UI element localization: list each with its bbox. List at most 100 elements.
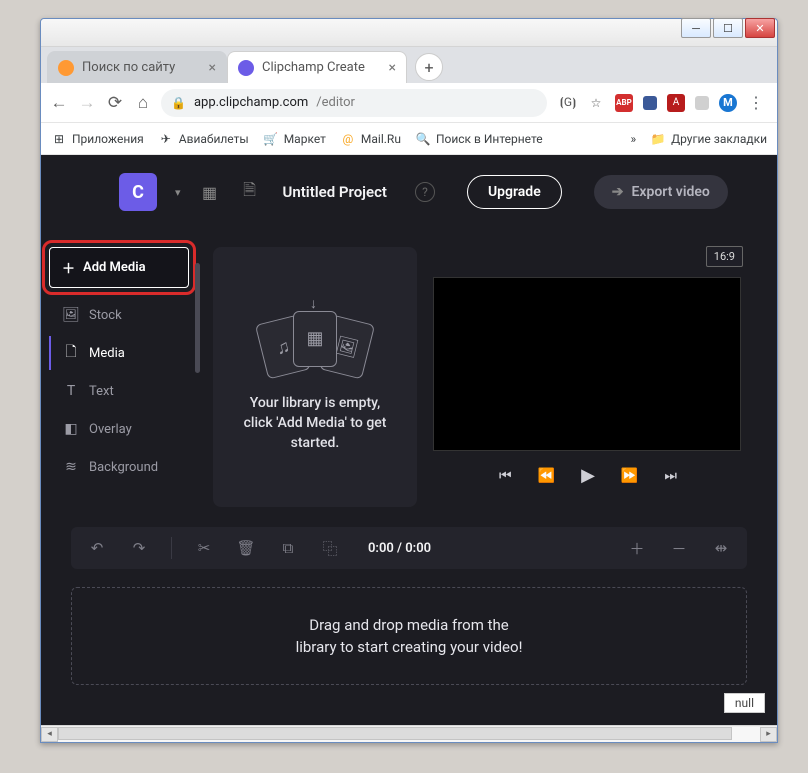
bookmark-star-icon[interactable]: ☆ xyxy=(587,94,605,112)
stock-icon: 🖼 xyxy=(63,307,79,323)
horizontal-scrollbar[interactable]: ◂ ▸ xyxy=(41,725,777,742)
nav-forward-button[interactable]: → xyxy=(77,93,97,113)
url-host: app.clipchamp.com xyxy=(194,95,308,110)
file-icon[interactable]: 🗎 xyxy=(239,179,261,206)
delete-button[interactable]: 🗑 xyxy=(236,539,256,557)
sidebar-item-text[interactable]: T Text xyxy=(49,374,189,408)
tab-close-icon[interactable]: × xyxy=(209,60,216,76)
apps-shortcut[interactable]: ⊞ Приложения xyxy=(51,131,144,147)
new-tab-button[interactable]: + xyxy=(415,53,443,81)
scroll-thumb[interactable] xyxy=(58,727,732,740)
address-bar[interactable]: 🔒 app.clipchamp.com/editor xyxy=(161,89,547,117)
pdf-extension-icon[interactable]: A xyxy=(667,94,685,112)
folder-icon: 📁 xyxy=(650,131,666,147)
play-button[interactable]: ▶ xyxy=(581,465,595,486)
sidebar-item-label: Media xyxy=(89,346,125,361)
browser-window: ─ ☐ ✕ Поиск по сайту × Clipchamp Create … xyxy=(40,18,778,743)
extension-icon[interactable] xyxy=(695,96,709,110)
window-maximize-button[interactable]: ☐ xyxy=(713,18,743,38)
project-title[interactable]: Untitled Project xyxy=(283,183,387,201)
cut-button[interactable]: ✂ xyxy=(194,539,214,557)
os-titlebar: ─ ☐ ✕ xyxy=(41,19,777,47)
bookmark-label: Авиабилеты xyxy=(179,132,249,146)
browser-tab-strip: Поиск по сайту × Clipchamp Create × + xyxy=(41,47,777,83)
export-label: Export video xyxy=(631,184,709,200)
aspect-ratio-badge[interactable]: 16:9 xyxy=(706,246,743,267)
sidebar-item-overlay[interactable]: ◧ Overlay xyxy=(49,412,189,446)
sidebar-item-stock[interactable]: 🖼 Stock xyxy=(49,298,189,332)
text-line: Drag and drop media from the xyxy=(296,614,523,637)
skip-end-button[interactable]: ⏭ xyxy=(664,468,677,484)
scroll-left-button[interactable]: ◂ xyxy=(41,727,58,742)
bookmarks-bar: ⊞ Приложения ✈ Авиабилеты 🛒Маркет @Mail.Ru… xyxy=(41,123,777,155)
redo-button[interactable]: ↷ xyxy=(129,539,149,557)
translate-icon[interactable]: ⦗G⦘ xyxy=(559,94,577,112)
duplicate-button[interactable]: ⿻ xyxy=(320,538,340,559)
timeline-toolbar: ↶ ↷ ✂ 🗑 ⧉ ⿻ 0:00 / 0:00 ＋ － ⇹ xyxy=(71,527,747,569)
browser-tab[interactable]: Clipchamp Create × xyxy=(227,51,407,83)
sidebar: ＋ Add Media 🖼 Stock 🗋 Media T Text ◧ Ove… xyxy=(49,247,189,484)
sidebar-item-background[interactable]: ≋ Background xyxy=(49,450,189,484)
favicon-icon xyxy=(58,60,74,76)
bookmark-item[interactable]: 🛒Маркет xyxy=(263,131,326,147)
nav-reload-button[interactable]: ⟳ xyxy=(105,93,125,113)
rewind-button[interactable]: ⏪ xyxy=(538,468,555,484)
plus-icon: ＋ xyxy=(62,258,75,277)
layers-icon: ≋ xyxy=(63,459,79,475)
add-media-label: Add Media xyxy=(83,260,146,275)
zoom-out-button[interactable]: － xyxy=(669,538,689,559)
projects-icon[interactable]: ▦ xyxy=(199,183,221,202)
preview-canvas[interactable] xyxy=(433,277,741,451)
browser-tab[interactable]: Поиск по сайту × xyxy=(47,51,227,83)
preview-panel: 16:9 ⏮ ⏪ ▶ ⏩ ⏭ xyxy=(433,251,743,486)
text-line: click 'Add Media' to get xyxy=(244,413,387,433)
window-close-button[interactable]: ✕ xyxy=(745,18,775,38)
add-media-button[interactable]: ＋ Add Media xyxy=(49,247,189,288)
help-icon[interactable]: ? xyxy=(415,182,435,202)
sidebar-scrollbar[interactable] xyxy=(195,263,200,373)
export-video-button[interactable]: ➔ Export video xyxy=(594,175,728,209)
bookmark-label: Поиск в Интернете xyxy=(436,132,543,146)
bookmark-item[interactable]: 🔍Поиск в Интернете xyxy=(415,131,543,147)
bookmark-item[interactable]: @Mail.Ru xyxy=(340,131,401,147)
zoom-in-button[interactable]: ＋ xyxy=(627,538,647,559)
empty-library-text: Your library is empty, click 'Add Media'… xyxy=(244,393,387,454)
download-arrow-icon: ↓ xyxy=(310,295,317,312)
chevron-down-icon[interactable]: ▾ xyxy=(175,186,181,199)
sidebar-item-label: Stock xyxy=(89,308,122,323)
window-minimize-button[interactable]: ─ xyxy=(681,18,711,38)
apps-icon: ⊞ xyxy=(51,131,67,147)
bookmark-label: Приложения xyxy=(72,132,144,146)
timeline-dropzone[interactable]: Drag and drop media from the library to … xyxy=(71,587,747,685)
bookmark-item[interactable]: ✈ Авиабилеты xyxy=(158,131,249,147)
app-logo[interactable]: C xyxy=(119,173,157,211)
adblock-icon[interactable]: ABP xyxy=(615,94,633,112)
bookmark-label: Другие закладки xyxy=(671,132,767,146)
sidebar-item-label: Overlay xyxy=(89,422,132,437)
extension-icons: ⦗G⦘ ☆ ABP A M ⋮ xyxy=(555,94,769,112)
upgrade-button[interactable]: Upgrade xyxy=(467,175,562,209)
extension-icon[interactable] xyxy=(643,96,657,110)
nav-home-button[interactable]: ⌂ xyxy=(133,93,153,113)
lock-icon: 🔒 xyxy=(171,96,186,110)
other-bookmarks[interactable]: 📁 Другие закладки xyxy=(650,131,767,147)
text-line: Your library is empty, xyxy=(244,393,387,413)
skip-start-button[interactable]: ⏮ xyxy=(499,468,512,484)
scroll-right-button[interactable]: ▸ xyxy=(760,727,777,742)
undo-button[interactable]: ↶ xyxy=(87,539,107,557)
tab-close-icon[interactable]: × xyxy=(389,60,396,76)
media-library-panel: ↓ ♫ ▦ 🖼 Your library is empty, click 'Ad… xyxy=(213,247,417,507)
divider xyxy=(171,537,172,559)
fit-button[interactable]: ⇹ xyxy=(711,539,731,557)
overflow-chevron[interactable]: » xyxy=(630,132,636,146)
copy-button[interactable]: ⧉ xyxy=(278,539,298,557)
profile-avatar[interactable]: M xyxy=(719,94,737,112)
scroll-track[interactable] xyxy=(58,727,760,742)
plane-icon: ✈ xyxy=(158,131,174,147)
sidebar-item-media[interactable]: 🗋 Media xyxy=(49,336,189,370)
browser-menu-icon[interactable]: ⋮ xyxy=(747,94,765,112)
nav-back-button[interactable]: ← xyxy=(49,93,69,113)
fast-forward-button[interactable]: ⏩ xyxy=(621,468,638,484)
app-header: C ▾ ▦ 🗎 Untitled Project ? Upgrade ➔ Exp… xyxy=(119,169,749,215)
text-line: started. xyxy=(244,433,387,453)
